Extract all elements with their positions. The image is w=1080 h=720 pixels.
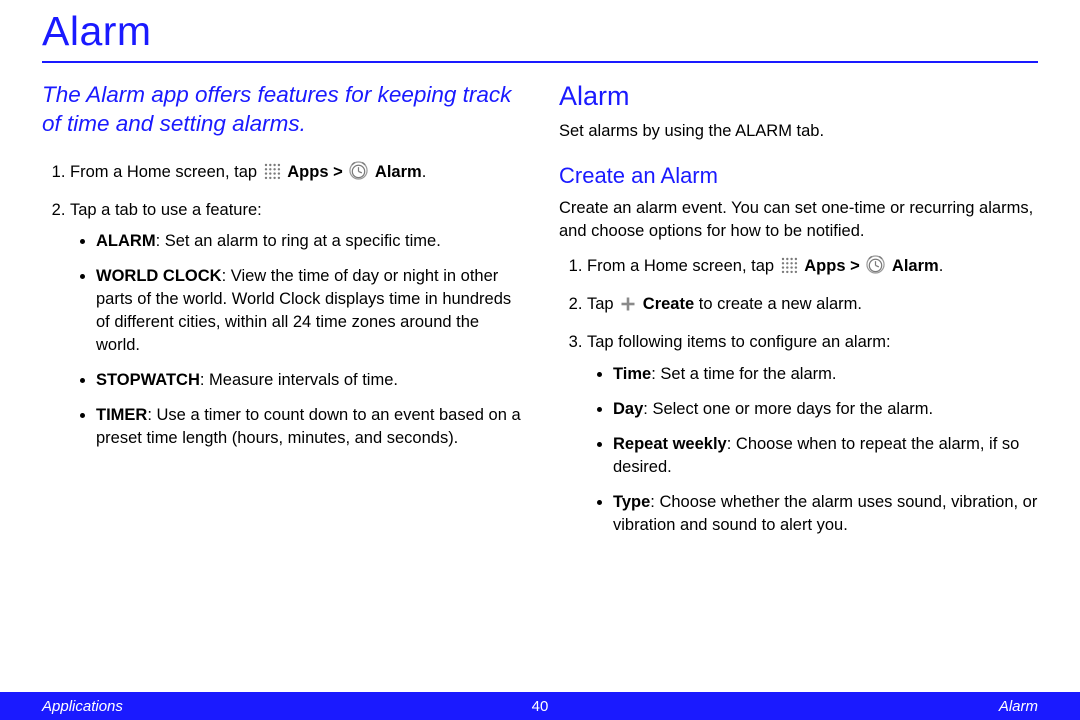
- step-text: Tap a tab to use a feature:: [70, 201, 262, 219]
- alarm-label: Alarm: [892, 257, 939, 275]
- tab-stopwatch-item: STOPWATCH: Measure intervals of time.: [96, 369, 521, 392]
- tab-name: ALARM: [96, 232, 156, 250]
- subsection-heading-create: Create an Alarm: [559, 163, 1038, 189]
- intro-text: The Alarm app offers features for keepin…: [42, 81, 521, 139]
- right-step-1: From a Home screen, tap Apps >: [587, 255, 1038, 281]
- apps-grid-icon: [264, 163, 281, 187]
- step-text: Tap: [587, 295, 618, 313]
- apps-label: Apps >: [804, 257, 864, 275]
- tab-worldclock-item: WORLD CLOCK: View the time of day or nig…: [96, 265, 521, 357]
- left-step-2: Tap a tab to use a feature: ALARM: Set a…: [70, 199, 521, 451]
- opt-type: Type: Choose whether the alarm uses soun…: [613, 491, 1038, 537]
- opt-desc: : Set a time for the alarm.: [651, 365, 836, 383]
- alarm-clock-icon: [866, 255, 885, 281]
- footer-left: Applications: [42, 698, 123, 715]
- opt-name: Type: [613, 493, 650, 511]
- opt-repeat: Repeat weekly: Choose when to repeat the…: [613, 433, 1038, 479]
- step-text: From a Home screen, tap: [587, 257, 779, 275]
- left-step-1: From a Home screen, tap Apps >: [70, 161, 521, 187]
- tab-timer-item: TIMER: Use a timer to count down to an e…: [96, 404, 521, 450]
- step-text: Tap following items to configure an alar…: [587, 333, 891, 351]
- period: .: [422, 163, 427, 181]
- right-steps: From a Home screen, tap Apps >: [559, 255, 1038, 537]
- apps-label: Apps >: [287, 163, 347, 181]
- step-suffix: to create a new alarm.: [694, 295, 862, 313]
- opt-name: Time: [613, 365, 651, 383]
- opt-day: Day: Select one or more days for the ala…: [613, 398, 1038, 421]
- opt-time: Time: Set a time for the alarm.: [613, 363, 1038, 386]
- right-step-2: Tap Create to create a new alarm.: [587, 293, 1038, 319]
- alarm-body-text: Set alarms by using the ALARM tab.: [559, 120, 1038, 143]
- footer-page-number: 40: [532, 698, 549, 715]
- step-text: From a Home screen, tap: [70, 163, 262, 181]
- tab-name: WORLD CLOCK: [96, 267, 222, 285]
- apps-grid-icon: [781, 257, 798, 281]
- tab-desc: : Set an alarm to ring at a specific tim…: [156, 232, 441, 250]
- opt-name: Repeat weekly: [613, 435, 727, 453]
- page-footer: Applications 40 Alarm: [0, 692, 1080, 720]
- opt-name: Day: [613, 400, 643, 418]
- manual-page: Alarm The Alarm app offers features for …: [0, 0, 1080, 720]
- left-steps: From a Home screen, tap Apps >: [42, 161, 521, 451]
- right-column: Alarm Set alarms by using the ALARM tab.…: [559, 81, 1038, 549]
- alarm-clock-icon: [349, 161, 368, 187]
- create-body-text: Create an alarm event. You can set one-t…: [559, 197, 1038, 243]
- section-heading-alarm: Alarm: [559, 81, 1038, 112]
- period: .: [939, 257, 944, 275]
- two-column-layout: The Alarm app offers features for keepin…: [42, 81, 1038, 549]
- alarm-label: Alarm: [375, 163, 422, 181]
- opt-desc: : Select one or more days for the alarm.: [643, 400, 933, 418]
- right-options-list: Time: Set a time for the alarm. Day: Sel…: [587, 363, 1038, 538]
- tab-desc: : Use a timer to count down to an event …: [96, 406, 521, 447]
- right-step-3: Tap following items to configure an alar…: [587, 331, 1038, 537]
- footer-right: Alarm: [999, 698, 1038, 715]
- tab-name: TIMER: [96, 406, 147, 424]
- plus-icon: [620, 296, 636, 319]
- tab-name: STOPWATCH: [96, 371, 200, 389]
- create-label: Create: [643, 295, 694, 313]
- tab-desc: : Measure intervals of time.: [200, 371, 398, 389]
- left-tabs-list: ALARM: Set an alarm to ring at a specifi…: [70, 230, 521, 451]
- page-title: Alarm: [42, 8, 1038, 55]
- opt-desc: : Choose whether the alarm uses sound, v…: [613, 493, 1037, 534]
- left-column: The Alarm app offers features for keepin…: [42, 81, 521, 549]
- tab-alarm-item: ALARM: Set an alarm to ring at a specifi…: [96, 230, 521, 253]
- title-rule: [42, 61, 1038, 63]
